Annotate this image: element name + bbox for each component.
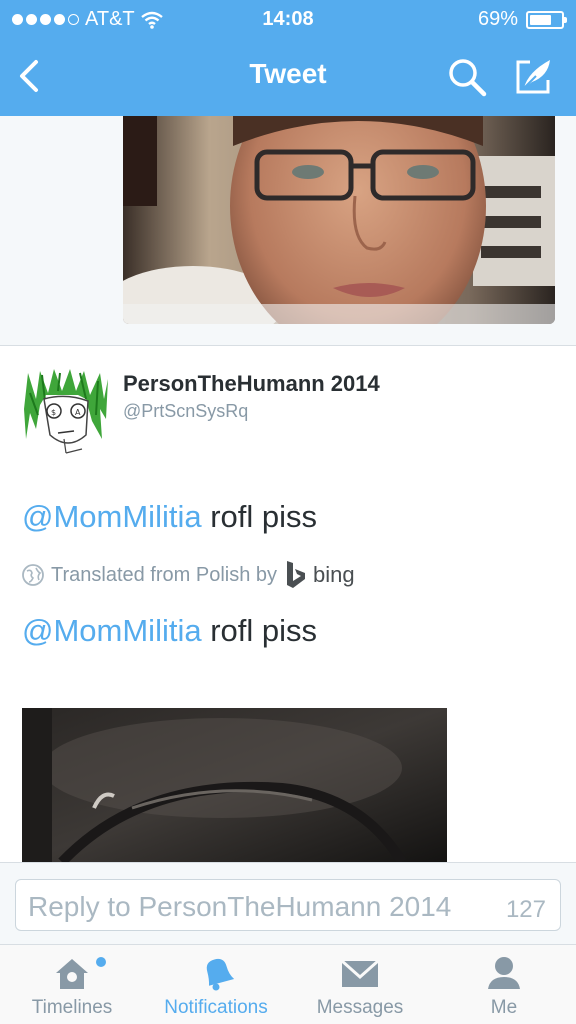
- status-bar: AT&T 14:08 69%: [0, 0, 576, 40]
- tab-label: Messages: [316, 997, 404, 1018]
- tweet-detail: $ A PersonTheHumann 2014 @PrtScnSysRq @M…: [0, 347, 576, 862]
- reply-bar: Reply to PersonTheHumann 2014 127: [0, 862, 576, 944]
- translation-label: Translated from Polish by: [51, 563, 278, 586]
- tab-notifications[interactable]: Notifications: [144, 945, 288, 1024]
- translated-body: rofl piss: [201, 613, 318, 648]
- navigation-bar: Tweet: [0, 40, 576, 116]
- envelope-icon: [341, 959, 379, 987]
- translation-attribution: Translated from Polish by bing: [22, 561, 355, 589]
- avatar-drawing-image: $ A: [22, 369, 108, 455]
- tab-timelines[interactable]: Timelines: [0, 945, 144, 1024]
- user-handle[interactable]: @PrtScnSysRq: [123, 401, 248, 422]
- battery-level: [530, 14, 551, 25]
- reply-input[interactable]: Reply to PersonTheHumann 2014 127: [15, 879, 561, 931]
- mention-link[interactable]: @MomMilitia: [22, 613, 202, 648]
- closeup-photo-image: [22, 708, 447, 862]
- compose-button[interactable]: [514, 56, 556, 98]
- globe-icon: [22, 564, 44, 586]
- search-button[interactable]: [446, 56, 488, 98]
- tab-bar: Timelines Notifications Messages Me: [0, 944, 576, 1024]
- selfie-photo-image: [123, 116, 555, 324]
- tab-label: Me: [490, 997, 518, 1018]
- page-title: Tweet: [249, 58, 327, 89]
- avatar[interactable]: $ A: [22, 369, 108, 455]
- tweet-media-photo[interactable]: [22, 708, 447, 862]
- svg-text:$: $: [51, 408, 56, 417]
- svg-text:A: A: [75, 408, 81, 417]
- compose-icon: [516, 60, 550, 94]
- tweet-detail-screen: AT&T 14:08 69% Tweet $ A PersonTheHumann…: [0, 0, 576, 1024]
- tweet-text: @MomMilitia rofl piss: [22, 499, 317, 535]
- character-count: 127: [505, 896, 546, 923]
- mention-link[interactable]: @MomMilitia: [22, 499, 202, 534]
- translation-provider[interactable]: bing: [313, 562, 355, 588]
- previous-tweet[interactable]: [0, 116, 576, 346]
- new-content-badge: [96, 957, 106, 967]
- tab-me[interactable]: Me: [432, 945, 576, 1024]
- display-name[interactable]: PersonTheHumann 2014: [123, 371, 380, 397]
- tweet-body: rofl piss: [201, 499, 318, 534]
- home-icon: [56, 959, 88, 989]
- battery-status: 69%: [477, 8, 567, 31]
- translated-text: @MomMilitia rofl piss: [22, 613, 317, 649]
- battery-percent: 69%: [477, 8, 518, 30]
- search-icon: [449, 59, 487, 97]
- tab-messages[interactable]: Messages: [288, 945, 432, 1024]
- reply-placeholder: Reply to PersonTheHumann 2014: [28, 891, 452, 922]
- bing-logo-icon: [287, 561, 306, 588]
- previous-tweet-photo[interactable]: [123, 116, 555, 324]
- bell-icon: [206, 958, 235, 991]
- tab-label: Notifications: [164, 997, 268, 1018]
- person-icon: [488, 957, 520, 989]
- tab-label: Timelines: [31, 997, 113, 1018]
- battery-icon: [526, 10, 567, 29]
